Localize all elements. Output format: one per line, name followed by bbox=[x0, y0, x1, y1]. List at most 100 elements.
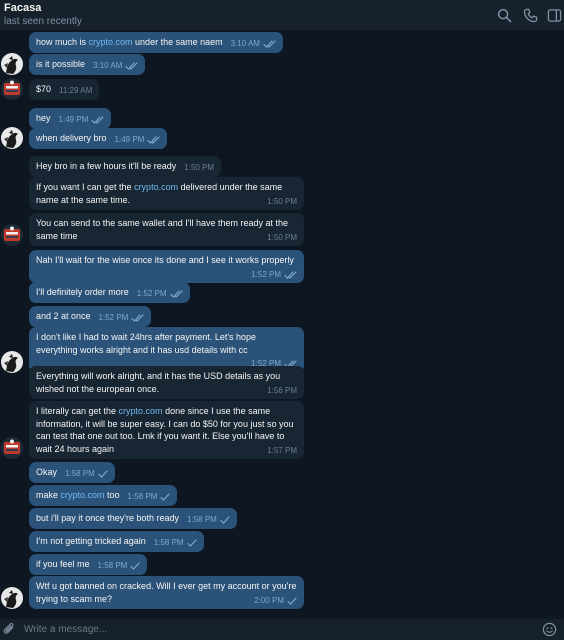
message-text: when delivery bro bbox=[36, 133, 107, 143]
message-text: Nah I'll wait for the wise once its done… bbox=[36, 255, 294, 265]
message-text: Okay bbox=[36, 467, 57, 477]
message-meta: 2:00 PM bbox=[254, 595, 297, 608]
attach-icon[interactable] bbox=[2, 622, 17, 637]
message-time: 1:49 PM bbox=[114, 135, 145, 144]
double-check-icon bbox=[284, 271, 297, 279]
message-meta: 11:29 AM bbox=[59, 85, 92, 98]
message-time: 11:29 AM bbox=[59, 86, 93, 95]
chat-header: Facasa last seen recently bbox=[0, 0, 564, 31]
message-time: 1:50 PM bbox=[267, 196, 297, 206]
search-icon[interactable] bbox=[495, 6, 513, 24]
emoji-icon[interactable] bbox=[542, 622, 557, 637]
incoming-message[interactable]: You can send to the same wallet and I'll… bbox=[29, 213, 304, 246]
message-link[interactable]: crypto.com bbox=[134, 182, 178, 192]
outgoing-message[interactable]: I'm not getting tricked again 1:58 PM bbox=[29, 531, 204, 552]
message-meta: 1:52 PM bbox=[251, 269, 297, 282]
outgoing-message[interactable]: when delivery bro 1:49 PM bbox=[29, 128, 168, 149]
message-meta: 1:58 PM bbox=[154, 537, 197, 550]
contact-avatar[interactable] bbox=[1, 224, 23, 246]
message-meta: 1:58 PM bbox=[98, 560, 141, 573]
user-avatar[interactable] bbox=[1, 127, 23, 149]
double-check-icon bbox=[169, 290, 183, 299]
message-text-part: if you feel me bbox=[36, 559, 90, 569]
incoming-message[interactable]: $70 11:29 AM bbox=[29, 79, 100, 100]
message-meta: 1:58 PM bbox=[65, 468, 108, 481]
message-time: 3:10 AM bbox=[230, 39, 260, 48]
contact-avatar[interactable] bbox=[1, 437, 23, 459]
incoming-message[interactable]: If you want I can get the crypto.com del… bbox=[29, 177, 304, 210]
message-text-part: Everything will work alright, and it has… bbox=[36, 371, 281, 394]
message-time: 1:52 PM bbox=[136, 289, 167, 298]
message-time: 2:00 PM bbox=[254, 595, 284, 605]
message-meta: 1:57 PM bbox=[267, 445, 297, 458]
phone-icon[interactable] bbox=[521, 6, 539, 24]
message-text: Hey bro in a few hours it'll be ready bbox=[36, 161, 176, 171]
user-avatar[interactable] bbox=[1, 351, 23, 373]
check-icon bbox=[160, 493, 170, 502]
message-text-part: If you want I can get the bbox=[36, 182, 135, 192]
message-time: 1:58 PM bbox=[97, 561, 128, 570]
incoming-message[interactable]: I literally can get the crypto.com done … bbox=[29, 401, 304, 459]
outgoing-message[interactable]: Okay 1:58 PM bbox=[29, 462, 115, 483]
message-text: but i'll pay it once they're both ready bbox=[36, 513, 179, 523]
outgoing-message[interactable]: I'll definitely order more 1:52 PM bbox=[29, 282, 190, 303]
outgoing-message[interactable]: how much is crypto.com under the same na… bbox=[29, 32, 283, 53]
message-meta: 1:52 PM bbox=[99, 312, 145, 325]
incoming-message[interactable]: Hey bro in a few hours it'll be ready 1:5… bbox=[29, 156, 222, 177]
message-text: $70 bbox=[36, 84, 51, 94]
message-text: I literally can get the crypto.com done … bbox=[36, 406, 293, 454]
message-time: 1:58 PM bbox=[127, 492, 158, 501]
sidebar-toggle-icon[interactable] bbox=[545, 6, 563, 24]
user-avatar[interactable] bbox=[1, 587, 23, 609]
message-text-part: but i'll pay it once they're both ready bbox=[36, 513, 180, 523]
message-time: 1:57 PM bbox=[267, 445, 297, 455]
message-text-part: when delivery bro bbox=[36, 133, 107, 143]
message-list[interactable]: how much is crypto.com under the same na… bbox=[0, 31, 564, 618]
message-text-part: $70 bbox=[36, 84, 52, 94]
message-text-part: I don't like I had to wait 24hrs after p… bbox=[36, 332, 257, 355]
message-text-part: You can send to the same wallet and I'll… bbox=[36, 218, 289, 241]
message-text-part: make bbox=[36, 490, 61, 500]
outgoing-message[interactable]: is it possible 3:10 AM bbox=[29, 54, 146, 75]
contact-avatar[interactable] bbox=[1, 78, 23, 100]
chat-title[interactable]: Facasa bbox=[4, 2, 41, 14]
message-time: 1:50 PM bbox=[184, 163, 215, 172]
outgoing-message[interactable]: but i'll pay it once they're both ready 1… bbox=[29, 508, 237, 529]
double-check-icon bbox=[131, 314, 144, 323]
message-time: 1:58 PM bbox=[187, 515, 217, 524]
message-text-part: is it possible bbox=[36, 59, 86, 69]
message-time: 1:58 PM bbox=[65, 469, 95, 478]
message-text-part: under the same naem bbox=[132, 37, 223, 47]
message-meta: 3:10 AM bbox=[93, 60, 138, 73]
check-icon bbox=[130, 562, 140, 571]
message-time: 1:52 PM bbox=[98, 313, 129, 322]
message-link[interactable]: crypto.com bbox=[119, 406, 163, 416]
double-check-icon bbox=[147, 136, 160, 145]
outgoing-message[interactable]: if you feel me 1:58 PM bbox=[29, 554, 148, 575]
message-time: 1:52 PM bbox=[251, 269, 281, 279]
message-text: how much is crypto.com under the same na… bbox=[36, 37, 223, 47]
outgoing-message[interactable]: Nah I'll wait for the wise once its done… bbox=[29, 250, 304, 283]
message-text: Everything will work alright, and it has… bbox=[36, 371, 280, 394]
message-meta: 1:58 PM bbox=[187, 514, 230, 527]
outgoing-message[interactable]: Wtf u got banned on cracked. Will I ever… bbox=[29, 576, 304, 609]
message-meta: 1:52 PM bbox=[137, 288, 183, 301]
message-text: I'm not getting tricked again bbox=[36, 536, 146, 546]
check-icon bbox=[186, 539, 197, 548]
message-text-part: and 2 at once bbox=[36, 311, 91, 321]
message-text: make crypto.com too bbox=[36, 490, 120, 500]
message-input[interactable]: Write a message... bbox=[24, 624, 107, 635]
incoming-message[interactable]: Everything will work alright, and it has… bbox=[29, 366, 304, 399]
outgoing-message[interactable]: hey 1:49 PM bbox=[29, 108, 112, 129]
message-link[interactable]: crypto.com bbox=[89, 37, 133, 47]
message-text: I don't like I had to wait 24hrs after p… bbox=[36, 332, 256, 355]
outgoing-message[interactable]: and 2 at once 1:52 PM bbox=[29, 306, 152, 327]
message-time: 1:50 PM bbox=[267, 232, 297, 242]
user-avatar[interactable] bbox=[1, 53, 23, 75]
message-text: if you feel me bbox=[36, 559, 90, 569]
message-meta: 1:49 PM bbox=[59, 114, 105, 127]
double-check-icon bbox=[263, 40, 276, 49]
message-meta: 1:58 PM bbox=[128, 491, 171, 504]
outgoing-message[interactable]: make crypto.com too 1:58 PM bbox=[29, 485, 178, 506]
message-link[interactable]: crypto.com bbox=[61, 490, 105, 500]
